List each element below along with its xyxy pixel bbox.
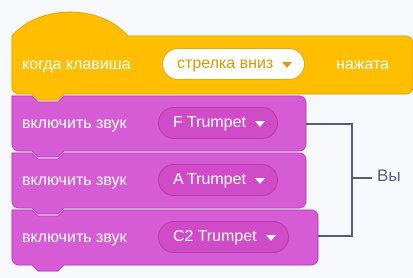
sound-dropdown-value: C2 Trumpet [173, 228, 257, 245]
when-key-label: когда клавиша [22, 56, 131, 73]
sound-dropdown-2[interactable]: A Trumpet [158, 164, 278, 196]
sound-dropdown-value: A Trumpet [173, 171, 246, 188]
play-sound-label: включить звук [22, 172, 127, 189]
bracket-annotation: Вы [377, 166, 401, 185]
chevron-down-icon [254, 178, 265, 184]
play-sound-label: включить звук [22, 229, 127, 246]
sound-dropdown-3[interactable]: C2 Trumpet [158, 221, 289, 253]
key-dropdown-value: стрелка вниз [177, 55, 274, 72]
sound-dropdown-value: F Trumpet [173, 114, 246, 131]
chevron-down-icon [282, 62, 293, 68]
chevron-down-icon [254, 121, 265, 127]
code-workspace[interactable]: когда клавиша стрелка вниз нажата включи… [0, 0, 413, 278]
play-sound-label: включить звук [22, 115, 127, 132]
key-dropdown[interactable]: стрелка вниз [162, 48, 306, 80]
sound-dropdown-1[interactable]: F Trumpet [158, 107, 278, 139]
pressed-label: нажата [336, 56, 390, 73]
chevron-down-icon [265, 235, 276, 241]
